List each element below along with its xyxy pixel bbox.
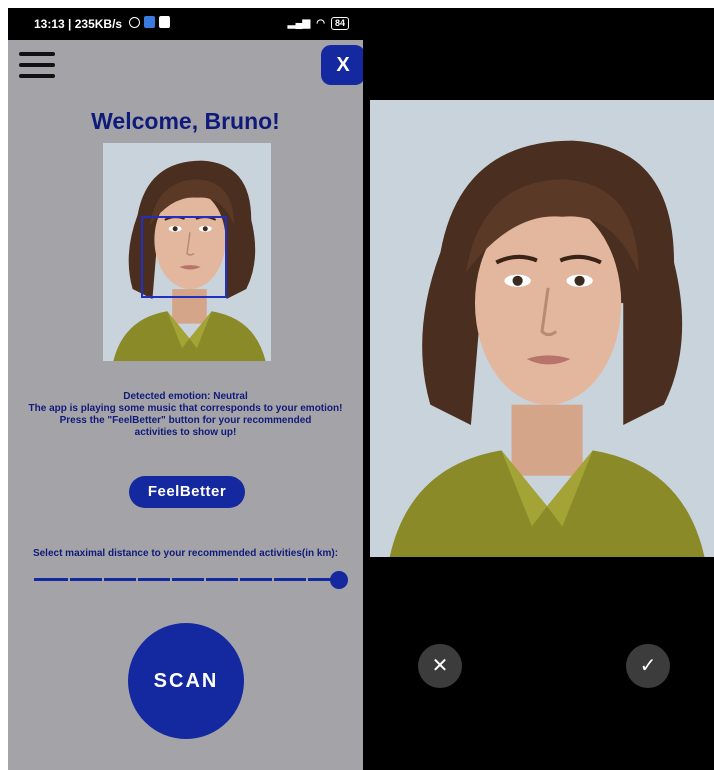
status-bar: 13:13 | 235KB/s ▂▄▆ ◠ 84	[8, 8, 363, 40]
wifi-icon: ◠	[316, 18, 325, 29]
app-screen: 13:13 | 235KB/s ▂▄▆ ◠ 84 X Welcome, Brun…	[8, 8, 363, 770]
retake-button[interactable]: ✕	[418, 644, 462, 688]
info-line: Press the "FeelBetter" button for your r…	[59, 415, 312, 426]
scan-button[interactable]: SCAN	[128, 623, 244, 739]
welcome-title: Welcome, Bruno!	[91, 108, 280, 134]
feelbetter-button[interactable]: FeelBetter	[129, 476, 245, 508]
sync-icon	[129, 16, 140, 28]
captured-face-image	[103, 143, 271, 361]
emotion-info: Detected emotion: Neutral The app is pla…	[8, 391, 363, 439]
confirm-button[interactable]: ✓	[626, 644, 670, 688]
slider-thumb[interactable]	[330, 571, 348, 589]
captured-photo	[370, 100, 714, 557]
status-time: 13:13 | 235KB/s	[34, 17, 123, 31]
status-right: ▂▄▆ ◠ 84	[288, 17, 349, 30]
bag-icon	[159, 16, 170, 28]
signal-icon: ▂▄▆	[287, 18, 311, 29]
distance-slider[interactable]	[34, 577, 339, 582]
camera-preview-screen: ✕ ✓	[363, 8, 714, 770]
notification-icons	[129, 16, 170, 28]
check-icon: ✓	[639, 655, 657, 677]
close-button[interactable]: X	[321, 45, 363, 85]
info-line: The app is playing some music that corre…	[28, 403, 343, 414]
info-line: activities to show up!	[134, 427, 237, 438]
distance-label: Select maximal distance to your recommen…	[32, 548, 339, 559]
app-notification-icon	[144, 16, 155, 28]
info-line: Detected emotion: Neutral	[123, 391, 248, 402]
face-detection-box	[141, 216, 227, 298]
battery-icon: 84	[330, 17, 349, 30]
close-icon: ✕	[431, 655, 449, 677]
menu-icon[interactable]	[19, 52, 55, 80]
